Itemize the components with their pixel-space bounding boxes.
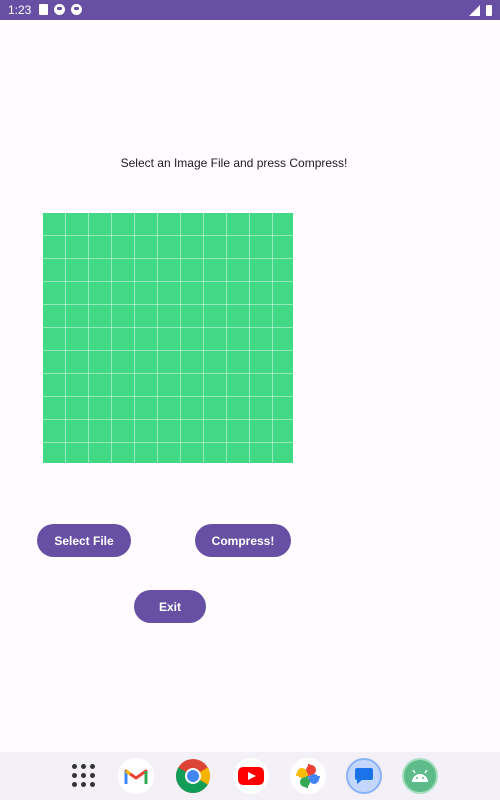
exit-button[interactable]: Exit — [134, 590, 206, 623]
battery-icon — [486, 5, 492, 16]
status-time: 1:23 — [8, 3, 32, 17]
notification-icon — [71, 4, 82, 15]
android-icon[interactable] — [402, 758, 438, 794]
gmail-icon[interactable] — [118, 758, 154, 794]
compress-button[interactable]: Compress! — [195, 524, 291, 557]
messages-icon[interactable] — [346, 758, 382, 794]
image-preview — [43, 213, 293, 463]
select-file-button[interactable]: Select File — [37, 524, 131, 557]
youtube-icon[interactable] — [233, 758, 269, 794]
status-system-icons — [469, 5, 492, 16]
status-notification-icons — [39, 4, 82, 15]
instruction-text: Select an Image File and press Compress! — [120, 156, 348, 170]
status-bar: 1:23 — [0, 0, 500, 20]
app-drawer-icon[interactable] — [72, 764, 96, 788]
sd-card-icon — [39, 4, 48, 15]
notification-icon — [54, 4, 65, 15]
chrome-icon[interactable] — [175, 758, 211, 794]
photos-icon[interactable] — [290, 758, 326, 794]
taskbar-dock — [0, 752, 500, 800]
signal-icon — [469, 5, 480, 16]
